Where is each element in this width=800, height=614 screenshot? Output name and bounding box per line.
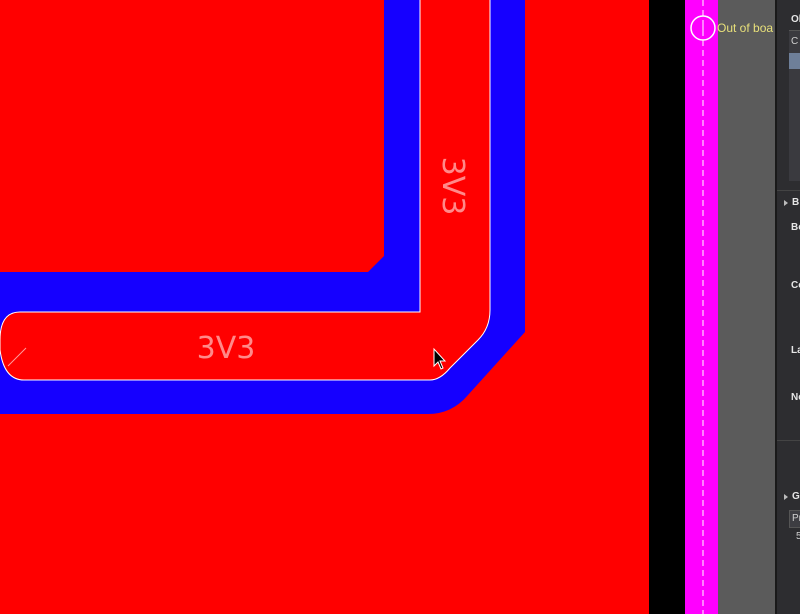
panel-divider <box>777 190 800 191</box>
out-of-board-label: Out of boa <box>717 21 773 35</box>
list-item-label[interactable]: C <box>791 36 798 47</box>
collapse-triangle-icon[interactable] <box>784 200 788 206</box>
properties-panel[interactable]: Ol C B Bo Co La Ne G Pr 5 <box>775 0 800 614</box>
board-outline[interactable] <box>685 0 718 614</box>
net-label-vertical: 3V3 <box>435 157 470 216</box>
section-header-board[interactable]: B <box>792 197 799 208</box>
grid-header-cell: Pr <box>789 510 800 528</box>
field-label-ne: Ne <box>791 392 800 403</box>
list-selected-row[interactable] <box>789 53 800 69</box>
field-label-la: La <box>791 345 800 356</box>
field-label-bo: Bo <box>791 222 800 233</box>
section-header-grid[interactable]: G <box>792 491 800 502</box>
board-edge-gap <box>649 0 685 614</box>
outside-board-area <box>718 0 775 614</box>
pcb-view[interactable]: 3V3 3V3 Out of boa <box>0 0 800 614</box>
pcb-canvas[interactable]: 3V3 3V3 Out of boa <box>0 0 800 614</box>
section-header-top: Ol <box>791 14 800 25</box>
net-label-horizontal: 3V3 <box>197 331 256 366</box>
object-list[interactable]: C <box>789 30 800 181</box>
collapse-triangle-icon[interactable] <box>784 494 788 500</box>
grid-value[interactable]: 5 <box>796 531 800 542</box>
grid-header-label: Pr <box>792 513 800 524</box>
panel-divider <box>777 440 800 441</box>
field-label-co: Co <box>791 280 800 291</box>
